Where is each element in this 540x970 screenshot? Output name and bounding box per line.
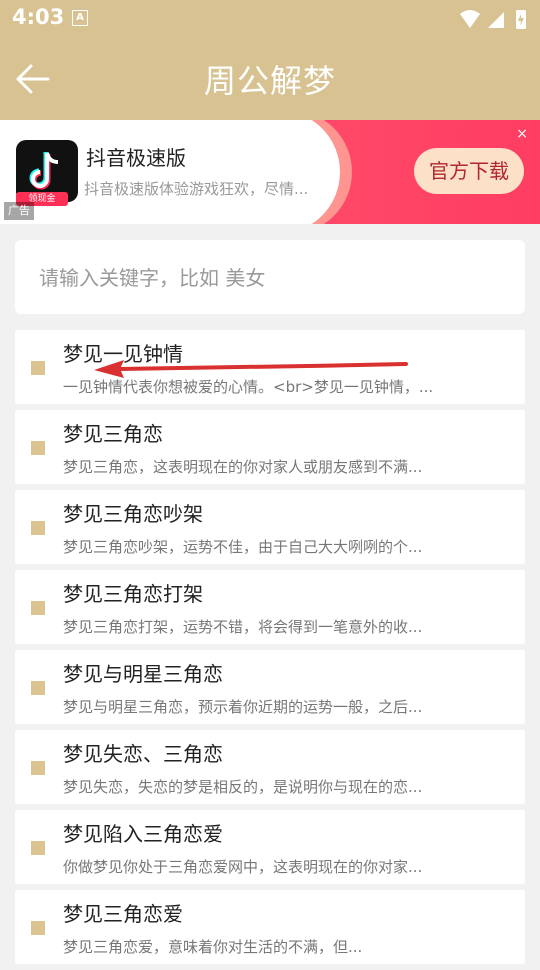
bullet-icon [31, 761, 45, 775]
item-title: 梦见三角恋爱 [63, 902, 183, 926]
list-item[interactable]: 梦见三角恋吵架 梦见三角恋吵架，运势不佳，由于自己大大咧咧的个... [15, 490, 525, 564]
list-item[interactable]: 梦见三角恋打架 梦见三角恋打架，运势不错，将会得到一笔意外的收... [15, 570, 525, 644]
app-logo-icon: 领现金 [16, 140, 78, 206]
item-summary: 梦见三角恋爱，意味着你对生活的不满，但... [63, 938, 363, 956]
list-item[interactable]: 梦见陷入三角恋爱 你做梦见你处于三角恋爱网中，这表明现在的你对家... [15, 810, 525, 884]
item-summary: 梦见三角恋打架，运势不错，将会得到一笔意外的收... [63, 618, 423, 636]
status-time: 4:03 [12, 5, 65, 29]
list-item[interactable]: 梦见失恋、三角恋 梦见失恋，失恋的梦是相反的，是说明你与现在的恋... [15, 730, 525, 804]
ad-label: 广告 [4, 202, 34, 220]
bullet-icon [31, 441, 45, 455]
item-title: 梦见失恋、三角恋 [63, 742, 223, 766]
ad-download-button[interactable]: 官方下载 [414, 148, 524, 194]
list-item[interactable]: 梦见与明星三角恋 梦见与明星三角恋，预示着你近期的运势一般，之后... [15, 650, 525, 724]
search-input[interactable] [37, 258, 501, 298]
search-box [15, 240, 525, 314]
bullet-icon [31, 921, 45, 935]
item-title: 梦见与明星三角恋 [63, 662, 223, 686]
item-summary: 一见钟情代表你想被爱的心情。<br>梦见一见钟情，... [63, 378, 434, 396]
ad-app-name: 抖音极速版 [86, 146, 186, 170]
status-bar: 4:03 A [0, 0, 540, 36]
ad-banner[interactable]: 领现金 抖音极速版 抖音极速版体验游戏狂欢，尽情... 官方下载 × 广告 [0, 120, 540, 224]
item-title: 梦见陷入三角恋爱 [63, 822, 223, 846]
bullet-icon [31, 361, 45, 375]
result-list: 梦见一见钟情 一见钟情代表你想被爱的心情。<br>梦见一见钟情，... 梦见三角… [15, 330, 525, 970]
item-title: 梦见三角恋打架 [63, 582, 203, 606]
item-summary: 梦见三角恋，这表明现在的你对家人或朋友感到不满... [63, 458, 423, 476]
notification-a-icon: A [72, 10, 88, 26]
bullet-icon [31, 841, 45, 855]
item-summary: 梦见三角恋吵架，运势不佳，由于自己大大咧咧的个... [63, 538, 423, 556]
item-summary: 梦见与明星三角恋，预示着你近期的运势一般，之后... [63, 698, 423, 716]
ad-close-icon[interactable]: × [516, 126, 528, 142]
list-item[interactable]: 梦见三角恋 梦见三角恋，这表明现在的你对家人或朋友感到不满... [15, 410, 525, 484]
page-title: 周公解梦 [203, 62, 336, 100]
bullet-icon [31, 521, 45, 535]
signal-icon [488, 12, 504, 28]
ad-description: 抖音极速版体验游戏狂欢，尽情... [84, 180, 309, 198]
annotation-arrow-icon [94, 360, 408, 378]
item-title: 梦见三角恋吵架 [63, 502, 203, 526]
list-item[interactable]: 梦见三角恋爱 梦见三角恋爱，意味着你对生活的不满，但... [15, 890, 525, 964]
system-icons [460, 10, 526, 29]
app-header: 周公解梦 [0, 36, 540, 120]
item-summary: 梦见失恋，失恋的梦是相反的，是说明你与现在的恋... [63, 778, 423, 796]
bullet-icon [31, 601, 45, 615]
wifi-icon [460, 10, 480, 28]
item-summary: 你做梦见你处于三角恋爱网中，这表明现在的你对家... [63, 858, 423, 876]
bullet-icon [31, 681, 45, 695]
item-title: 梦见三角恋 [63, 422, 163, 446]
